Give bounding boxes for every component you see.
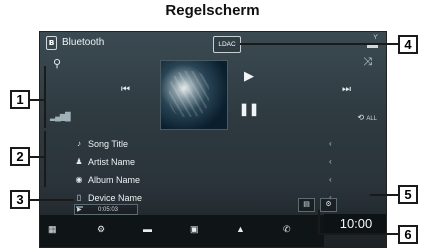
play-time-box: ▶ 0:05:03	[74, 204, 138, 215]
page-title: Regelscherm	[165, 2, 260, 19]
callout-line-3	[30, 199, 74, 201]
callout-line-6	[318, 210, 320, 234]
callout-line-1	[30, 99, 44, 101]
callout-2: 2	[10, 147, 30, 166]
callout-bracket-1	[44, 66, 46, 128]
head-unit-screen: ʙ Bluetooth LDAC Ƴ ⚲ ⤨ ⏮ ▶ ❚❚ ⏭ ▂▄▆█ ⟲ A…	[39, 31, 387, 248]
callout-4: 4	[398, 35, 418, 54]
callout-3: 3	[10, 190, 30, 209]
song-title-row[interactable]: ♪ Song Title ‹	[74, 135, 344, 153]
play-button[interactable]: ▶	[232, 62, 266, 90]
grid-menu-icon[interactable]: ▦	[48, 224, 57, 235]
bluetooth-icon: ʙ	[46, 36, 57, 50]
repeat-mode-label: ALL	[366, 116, 377, 122]
media-icon[interactable]: ▣	[190, 224, 199, 235]
callout-1: 1	[10, 90, 30, 109]
album-icon: ◉	[75, 175, 83, 184]
album-name: Album Name	[88, 175, 141, 185]
callout-line-6b	[318, 233, 398, 235]
clock: 10:00	[339, 216, 373, 231]
album-art	[160, 60, 228, 130]
chevron-left-icon: ‹	[329, 139, 332, 148]
callout-line-2	[30, 156, 44, 158]
previous-track-icon[interactable]: ⏮	[121, 84, 130, 95]
pause-button[interactable]: ❚❚	[232, 94, 266, 124]
album-name-row[interactable]: ◉ Album Name ‹	[74, 171, 344, 189]
shuffle-icon[interactable]: ⤨	[363, 56, 372, 69]
callout-5: 5	[398, 185, 418, 204]
song-title: Song Title	[88, 139, 129, 149]
callout-line-5	[370, 194, 398, 196]
gear-icon[interactable]: ⚙	[97, 224, 105, 235]
callout-bracket-2	[44, 131, 46, 187]
navigation-arrow-icon[interactable]: ▲	[236, 224, 245, 234]
artist-name: Artist Name	[88, 157, 136, 167]
play-time: 0:05:03	[98, 207, 119, 213]
next-track-icon[interactable]: ⏭	[342, 84, 351, 95]
codec-badge: LDAC	[213, 36, 241, 53]
callout-6: 6	[398, 225, 418, 244]
play-status-icon: ▶	[77, 207, 82, 213]
signal-icon: Ƴ	[373, 35, 378, 41]
link-icon[interactable]: ▬	[143, 224, 152, 234]
search-icon[interactable]: ⚲	[53, 57, 61, 70]
artist-name-row[interactable]: ♟ Artist Name ‹	[74, 153, 344, 171]
equalizer-icon: ▂▄▆█	[50, 112, 71, 121]
bottom-nav-bar: ▦ ⚙ ▬ ▣ ▲ ✆	[40, 215, 324, 247]
source-label[interactable]: Bluetooth	[62, 37, 104, 48]
repeat-icon[interactable]: ⟲ ALL	[357, 113, 377, 122]
phone-icon[interactable]: ✆	[283, 224, 291, 235]
track-info-list: ♪ Song Title ‹ ♟ Artist Name ‹ ◉ Album N…	[74, 135, 344, 207]
music-note-icon: ♪	[77, 139, 81, 148]
artist-icon: ♟	[75, 157, 83, 166]
clock-area: 10:00	[324, 214, 386, 234]
chevron-left-icon: ‹	[329, 175, 332, 184]
list-button[interactable]: ▤	[298, 198, 315, 212]
settings-gear-icon[interactable]: ⚙	[320, 198, 337, 212]
callout-line-4	[240, 43, 398, 45]
chevron-left-icon: ‹	[329, 157, 332, 166]
